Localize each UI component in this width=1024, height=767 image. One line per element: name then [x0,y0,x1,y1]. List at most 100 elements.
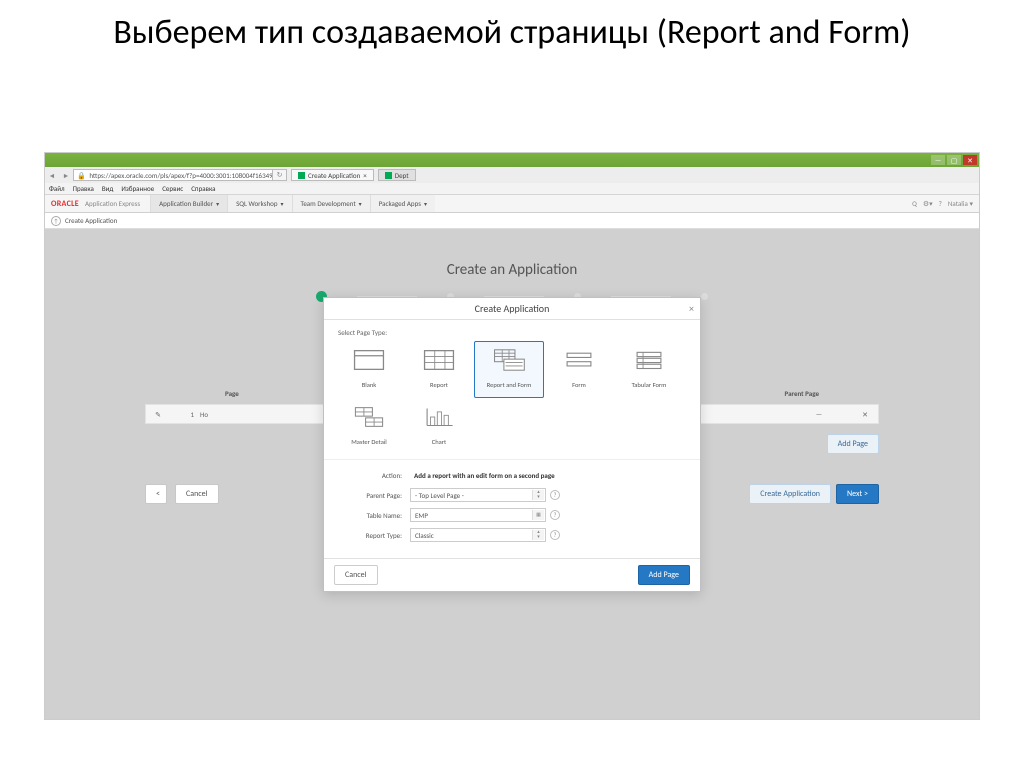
tile-label: Master Detail [335,438,403,446]
parent-page-select[interactable]: - Top Level Page - ▴▾ [410,488,546,502]
browser-address-bar: ◄ ► 🔒 https://apex.oracle.com/pls/apex/f… [45,167,979,183]
tile-label: Chart [405,438,473,446]
modal-header: Create Application × [324,298,700,320]
row-number: 1 [170,410,200,419]
menu-edit[interactable]: Правка [73,184,94,193]
menu-view[interactable]: Вид [102,184,114,193]
modal-close-button[interactable]: × [689,302,694,315]
row-delete-icon[interactable]: ✕ [862,410,878,419]
row-edit-icon[interactable]: ✎ [146,410,170,419]
select-page-type-label: Select Page Type: [324,320,700,341]
breadcrumb-up-icon[interactable]: ↑ [51,216,61,226]
modal-footer: Cancel Add Page [324,558,700,591]
menu-help[interactable]: Справка [191,184,215,193]
browser-tab-2[interactable]: Dept [378,169,416,181]
wizard-step-4-icon [701,293,708,300]
modal-cancel-button[interactable]: Cancel [334,565,378,585]
row-parent: — [816,410,862,419]
tile-label: Blank [335,381,403,389]
window-titlebar: — ▢ ✕ [45,153,979,167]
row-name: Ho [200,410,208,419]
select-stepper-icon[interactable]: ▴▾ [532,530,544,540]
window-minimize-button[interactable]: — [931,155,945,165]
add-page-button[interactable]: Add Page [827,434,879,454]
apex-product-name: Application Express [85,199,140,208]
menu-tools[interactable]: Сервис [162,184,183,193]
tab-close-icon[interactable]: × [363,171,367,180]
create-application-modal: Create Application × Select Page Type: B… [323,297,701,592]
lookup-icon[interactable]: ▦ [532,510,544,520]
tile-label: Form [545,381,613,389]
window-close-button[interactable]: ✕ [963,155,977,165]
table-name-label: Table Name: [338,511,410,520]
tabular-form-icon [632,348,666,372]
tab-label: Dept [395,171,409,180]
menu-file[interactable]: Файл [49,184,65,193]
chart-icon [422,405,456,429]
next-button[interactable]: Next > [836,484,879,504]
help-icon[interactable]: ? [550,490,560,500]
url-text: https://apex.oracle.com/pls/apex/f?p=400… [89,171,273,180]
page-type-tiles: Blank Report Report and Form Form [324,341,700,455]
tile-report-and-form[interactable]: Report and Form [474,341,544,398]
action-label: Action: [338,471,410,480]
report-icon [422,348,456,372]
breadcrumb-bar: ↑ Create Application [45,213,979,229]
col-header-parent: Parent Page [785,389,820,398]
oracle-logo: ORACLE [45,199,85,209]
slide-title: Выберем тип создаваемой страницы (Report… [0,0,1024,61]
user-menu[interactable]: Natalia ▾ [948,199,973,208]
nav-team-dev[interactable]: Team Development▾ [292,195,370,212]
modal-form: Action: Add a report with an edit form o… [324,459,700,558]
tile-master-detail[interactable]: Master Detail [334,398,404,455]
tile-chart[interactable]: Chart [404,398,474,455]
table-name-input[interactable]: EMP ▦ [410,508,546,522]
report-type-label: Report Type: [338,531,410,540]
report-type-select[interactable]: Classic ▴▾ [410,528,546,542]
tab-label: Create Application [308,171,360,180]
modal-add-page-button[interactable]: Add Page [638,565,690,585]
menu-favorites[interactable]: Избранное [121,184,154,193]
admin-icon[interactable]: ⚙︎▾ [923,199,933,208]
back-button[interactable]: < [145,484,167,504]
master-detail-icon [352,405,386,429]
tile-form[interactable]: Form [544,341,614,398]
apex-header: ORACLE Application Express Application B… [45,195,979,213]
help-icon[interactable]: ? [550,510,560,520]
browser-menu-bar: Файл Правка Вид Избранное Сервис Справка [45,183,979,195]
tile-blank[interactable]: Blank [334,341,404,398]
nav-app-builder[interactable]: Application Builder▾ [150,195,227,212]
nav-back-icon[interactable]: ◄ [45,171,59,180]
tab-favicon-icon [385,172,392,179]
nav-packaged-apps[interactable]: Packaged Apps▾ [370,195,435,212]
tab-favicon-icon [298,172,305,179]
breadcrumb-current: Create Application [65,216,117,225]
help-icon[interactable]: ? [550,530,560,540]
tile-tabular-form[interactable]: Tabular Form [614,341,684,398]
lock-icon: 🔒 [77,171,86,180]
browser-tab-1[interactable]: Create Application × [291,169,374,181]
nav-sql-workshop[interactable]: SQL Workshop▾ [227,195,291,212]
url-field[interactable]: 🔒 https://apex.oracle.com/pls/apex/f?p=4… [73,169,273,181]
select-stepper-icon[interactable]: ▴▾ [532,490,544,500]
tile-report[interactable]: Report [404,341,474,398]
modal-title: Create Application [475,302,550,315]
blank-page-icon [352,348,386,372]
create-application-button[interactable]: Create Application [749,484,831,504]
tile-label: Tabular Form [615,381,683,389]
report-and-form-icon [492,348,526,372]
cancel-button[interactable]: Cancel [175,484,219,504]
tile-label: Report and Form [475,381,543,389]
window-maximize-button[interactable]: ▢ [947,155,961,165]
wizard-title: Create an Application [45,229,979,279]
parent-page-label: Parent Page: [338,491,410,500]
search-icon[interactable]: Q [912,199,917,208]
nav-forward-icon[interactable]: ► [59,171,73,180]
col-header-page: Page [225,389,239,398]
apex-app: ORACLE Application Express Application B… [45,195,979,719]
tile-label: Report [405,381,473,389]
action-value: Add a report with an edit form on a seco… [410,468,686,482]
refresh-button[interactable]: ↻ [273,169,287,181]
help-icon[interactable]: ? [939,199,942,208]
screenshot-frame: — ▢ ✕ ◄ ► 🔒 https://apex.oracle.com/pls/… [44,152,980,720]
